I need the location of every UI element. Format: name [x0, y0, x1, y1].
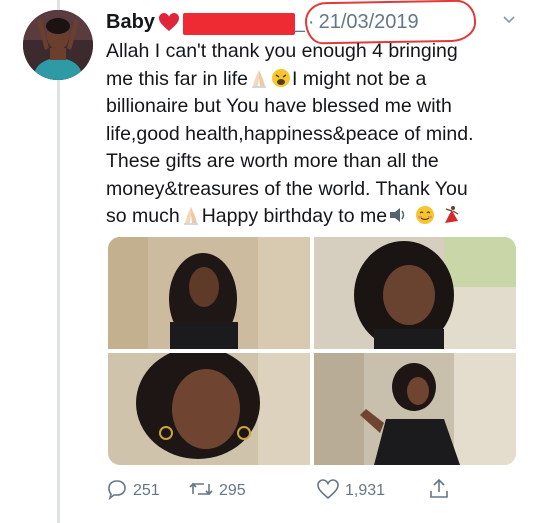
chevron-down-icon[interactable]	[502, 12, 516, 26]
photo-2[interactable]	[314, 237, 516, 349]
reply-icon	[106, 478, 133, 505]
line-text: Happy birthday to me	[201, 205, 388, 227]
reply-count: 251	[133, 482, 160, 499]
photo-4[interactable]	[314, 353, 516, 465]
tweet-line: Allah I can't thank you enough 4 bringin…	[106, 38, 526, 66]
dancer-icon	[442, 205, 462, 225]
line-text: life,good health,happiness&peace of mind…	[106, 122, 474, 145]
retweet-count: 295	[219, 482, 246, 499]
retweet-icon	[188, 478, 219, 505]
like-count: 1,931	[345, 482, 386, 499]
heart-icon	[316, 478, 345, 505]
retweet-button[interactable]: 295	[188, 478, 246, 504]
tweet-line: These gifts are worth more than all the	[106, 148, 526, 176]
weary-face-icon	[271, 68, 291, 88]
line-text: me this far in life	[106, 67, 248, 90]
tweet-text: Allah I can't thank you enough 4 bringin…	[106, 38, 526, 231]
red-heart-icon	[158, 12, 180, 32]
line-text: I might not be a	[291, 67, 427, 90]
line-text: Allah I can't thank you enough 4 bringin…	[106, 40, 458, 62]
tweet-line: me this far in life I might not be a	[106, 66, 526, 94]
folded-hands-icon	[249, 68, 269, 88]
speaker-icon	[388, 205, 408, 225]
like-button[interactable]: 1,931	[316, 478, 385, 504]
share-icon	[428, 478, 455, 505]
tweet-actions: 251 295 1,931	[106, 478, 466, 504]
redaction-block	[182, 12, 295, 35]
photo-1[interactable]	[108, 237, 310, 349]
tweet: Baby n_ · 21/03/2019 Allah I can't thank…	[0, 0, 538, 523]
display-name[interactable]: Baby	[106, 11, 155, 34]
line-text: These gifts are worth more than all the	[106, 150, 439, 172]
line-text: money&treasures of the world. Thank You	[106, 177, 468, 200]
line-text: billionaire but You have blessed me with	[106, 95, 452, 117]
avatar[interactable]	[23, 10, 93, 80]
tweet-line: money&treasures of the world. Thank You	[106, 176, 526, 204]
photo-3[interactable]	[108, 353, 310, 465]
tweet-line: so much Happy birthday to me	[106, 203, 526, 231]
folded-hands-icon	[181, 205, 201, 225]
photo-grid	[108, 237, 516, 465]
relieved-face-icon	[415, 205, 435, 225]
share-button[interactable]	[428, 478, 455, 504]
reply-button[interactable]: 251	[106, 478, 160, 504]
handle-area[interactable]: n_	[182, 11, 305, 35]
tweet-line: life,good health,happiness&peace of mind…	[106, 121, 526, 149]
tweet-line: billionaire but You have blessed me with	[106, 93, 526, 121]
line-text: so much	[106, 205, 180, 227]
